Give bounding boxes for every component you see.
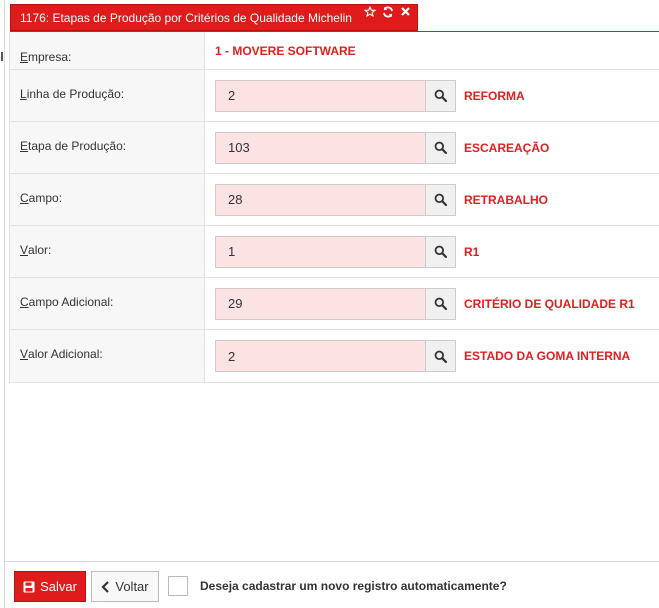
linha-search-button[interactable] (425, 79, 456, 112)
campo_adicional-input-group: 29 (215, 287, 456, 320)
campo_adicional-search-button[interactable] (425, 287, 456, 320)
valor-input-group: 1 (215, 235, 456, 268)
valor_adicional-field: 2 ESTADO DA GOMA INTERNA (205, 330, 659, 382)
valor_adicional-description: ESTADO DA GOMA INTERNA (464, 349, 631, 363)
form-row-linha: Linha de Produção: 2 REFORMA (9, 70, 659, 122)
floppy-icon (23, 581, 35, 592)
search-icon (434, 193, 447, 206)
valor_adicional-input-group: 2 (215, 340, 456, 372)
campo_adicional-input[interactable]: 29 (215, 287, 425, 320)
valor-field: 1 R1 (205, 226, 659, 277)
empresa-label: Empresa: (9, 32, 205, 69)
etapa-label: Etapa de Produção: (9, 122, 205, 173)
left-gutter (0, 0, 5, 608)
empresa-value: 1 - MOVERE SOFTWARE (215, 44, 356, 58)
auto-new-checkbox[interactable] (168, 576, 188, 596)
linha-label: Linha de Produção: (9, 70, 205, 121)
close-icon[interactable] (400, 6, 411, 21)
campo_adicional-description: CRITÉRIO DE QUALIDADE R1 (464, 296, 635, 311)
linha-input[interactable]: 2 (215, 79, 425, 112)
search-icon (434, 141, 447, 154)
valor-input[interactable]: 1 (215, 235, 425, 268)
campo-field: 28 RETRABALHO (205, 174, 659, 225)
valor_adicional-label: Valor Adicional: (9, 330, 205, 382)
linha-description: REFORMA (464, 88, 525, 103)
save-button[interactable]: Salvar (14, 571, 86, 602)
form-row-campo_adicional: Campo Adicional: 29 CRITÉRIO DE QUALIDADE … (9, 278, 659, 330)
valor-description: R1 (464, 244, 480, 259)
refresh-icon[interactable] (382, 6, 394, 21)
etapa-search-button[interactable] (425, 131, 456, 164)
campo_adicional-label: Campo Adicional: (9, 278, 205, 329)
search-icon (434, 245, 447, 258)
back-button[interactable]: Voltar (91, 571, 159, 602)
campo-search-button[interactable] (425, 183, 456, 216)
valor_adicional-input[interactable]: 2 (215, 340, 425, 372)
valor-search-button[interactable] (425, 235, 456, 268)
save-label: Salvar (40, 579, 77, 594)
valor_adicional-search-button[interactable] (425, 340, 456, 372)
etapa-field: 103 ESCAREAÇÃO (205, 122, 659, 173)
search-icon (434, 297, 447, 310)
linha-field: 2 REFORMA (205, 70, 659, 121)
window-title: 1176: Etapas de Produção por Critérios d… (20, 10, 352, 25)
campo-input-group: 28 (215, 183, 456, 216)
back-label: Voltar (115, 579, 149, 594)
etapa-input-group: 103 (215, 131, 456, 164)
empresa-field: 1 - MOVERE SOFTWARE (205, 32, 659, 69)
campo_adicional-field: 29 CRITÉRIO DE QUALIDADE R1 (205, 278, 659, 329)
footer-bar: Salvar Voltar Deseja cadastrar um novo r… (5, 561, 659, 608)
chevron-left-icon (101, 580, 110, 593)
form-row-valor: Valor: 1 R1 (9, 226, 659, 278)
star-icon[interactable] (363, 5, 377, 21)
etapa-input[interactable]: 103 (215, 131, 425, 164)
form-row-valor_adicional: Valor Adicional: 2 ESTADO DA GOMA INTERNA (9, 330, 659, 383)
auto-new-label: Deseja cadastrar um novo registro automa… (200, 579, 507, 593)
campo-input[interactable]: 28 (215, 183, 425, 216)
form-row-etapa: Etapa de Produção: 103 ESCAREAÇÃO (9, 122, 659, 174)
gutter-marker (1, 52, 3, 61)
window-tab: 1176: Etapas de Produção por Critérios d… (10, 4, 418, 31)
campo-label: Campo: (9, 174, 205, 225)
search-icon (434, 350, 447, 363)
linha-input-group: 2 (215, 79, 456, 112)
window-tools (363, 5, 411, 21)
campo-description: RETRABALHO (464, 192, 548, 207)
form: Empresa: 1 - MOVERE SOFTWARE Linha de Pr… (9, 32, 659, 383)
valor-label: Valor: (9, 226, 205, 277)
etapa-description: ESCAREAÇÃO (464, 140, 550, 155)
form-row-empresa: Empresa: 1 - MOVERE SOFTWARE (9, 32, 659, 70)
form-row-campo: Campo: 28 RETRABALHO (9, 174, 659, 226)
search-icon (434, 89, 447, 102)
